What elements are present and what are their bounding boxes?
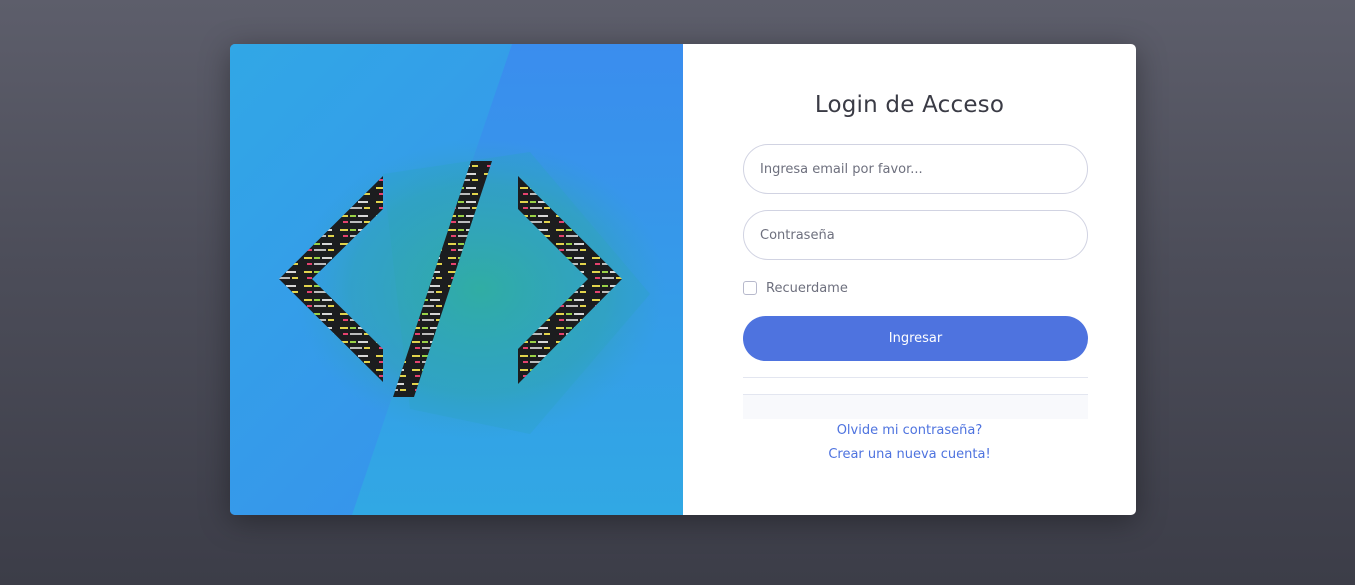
login-panel: Login de Acceso Recuerdame Ingresar Olvi… xyxy=(683,44,1136,515)
password-input[interactable] xyxy=(743,210,1088,260)
divider-strip xyxy=(743,394,1088,419)
page-title: Login de Acceso xyxy=(814,92,1005,118)
forgot-password-link[interactable]: Olvide mi contraseña? xyxy=(683,423,1136,438)
email-input[interactable] xyxy=(743,144,1088,194)
code-brackets-icon xyxy=(230,44,683,515)
login-button[interactable]: Ingresar xyxy=(743,316,1088,361)
remember-checkbox[interactable] xyxy=(743,281,757,295)
login-card: Login de Acceso Recuerdame Ingresar Olvi… xyxy=(230,44,1136,515)
divider xyxy=(743,377,1088,378)
remember-label[interactable]: Recuerdame xyxy=(766,281,848,296)
code-illustration xyxy=(230,44,683,515)
create-account-link[interactable]: Crear una nueva cuenta! xyxy=(683,447,1136,462)
remember-row: Recuerdame xyxy=(743,279,848,297)
